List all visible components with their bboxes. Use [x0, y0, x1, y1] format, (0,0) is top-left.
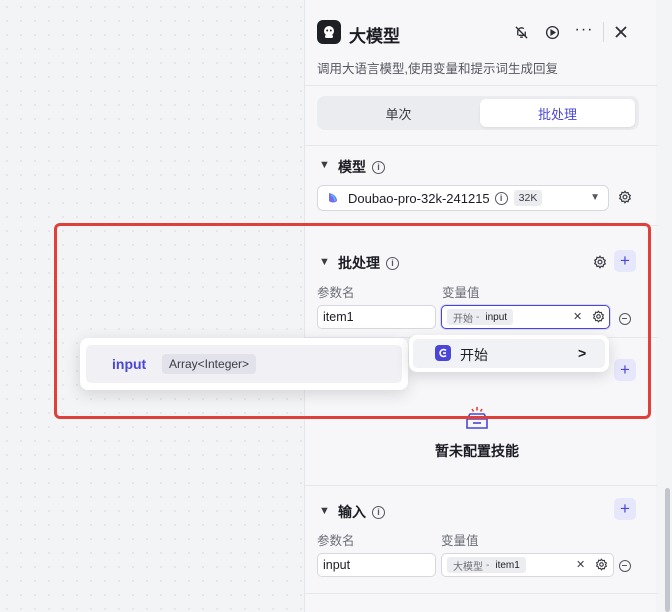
model-select[interactable]: Doubao-pro-32k-241215 i 32K ▼ — [317, 185, 609, 211]
input-clear-icon[interactable]: ✕ — [576, 558, 585, 571]
info-icon[interactable]: i — [372, 160, 385, 174]
input-ref-tag: 大模型 - item1 — [447, 557, 526, 573]
doubao-logo-icon — [329, 193, 337, 203]
input-param-field[interactable]: input — [317, 553, 436, 577]
model-info-icon[interactable]: i — [494, 191, 508, 205]
input-title-text: 输入 — [338, 504, 366, 520]
llm-node-icon — [317, 20, 341, 44]
model-settings-gear-icon[interactable] — [618, 190, 632, 209]
model-section: ▼ 模型 i Doubao-pro-32k-241215 i 32K ▼ — [305, 146, 657, 226]
node-title: 大模型 — [349, 27, 400, 46]
model-section-title: 模型 i — [338, 157, 385, 177]
model-name: Doubao-pro-32k-241215 — [348, 190, 490, 206]
context-length-badge: 32K — [513, 190, 543, 206]
more-options-icon[interactable]: ··· — [575, 21, 593, 39]
input-var-gear-icon[interactable] — [595, 558, 608, 574]
input-var-value-header: 变量值 — [441, 534, 479, 548]
input-section: ▼ 输入 i + 参数名 变量值 input 大模型 - item1 ✕ — [305, 486, 657, 594]
header-divider — [603, 22, 604, 42]
empty-skills-text: 暂未配置技能 — [435, 443, 519, 459]
tab-single[interactable]: 单次 — [321, 99, 476, 127]
input-ref-var: item1 — [495, 559, 520, 571]
input-section-title: 输入 i — [338, 502, 385, 522]
add-input-button[interactable]: + — [614, 498, 636, 520]
panel-scrollbar[interactable] — [663, 0, 672, 612]
bell-off-icon[interactable] — [512, 23, 530, 41]
input-var-selector[interactable]: 大模型 - item1 ✕ — [441, 553, 614, 577]
input-info-icon[interactable]: i — [372, 505, 385, 519]
input-collapse-chevron-icon[interactable]: ▼ — [319, 505, 330, 517]
panel-header: 大模型 ··· 调用大语言模型,使用变量和提示词生成回复 — [305, 0, 657, 86]
input-remove-row-icon[interactable] — [619, 560, 631, 572]
input-param-name-header: 参数名 — [317, 534, 355, 548]
scrollbar-thumb[interactable] — [665, 488, 670, 612]
chevron-down-icon: ▼ — [590, 192, 600, 203]
node-description: 调用大语言模型,使用变量和提示词生成回复 — [317, 62, 558, 76]
input-ref-separator: - — [486, 559, 490, 571]
collapse-chevron-icon[interactable]: ▼ — [319, 159, 330, 171]
highlight-annotation-box — [54, 223, 651, 419]
tab-batch[interactable]: 批处理 — [480, 99, 635, 127]
model-title-text: 模型 — [338, 159, 366, 175]
close-icon[interactable] — [612, 23, 630, 41]
run-icon[interactable] — [543, 23, 561, 41]
mode-tabs-section: 单次 批处理 — [305, 86, 657, 146]
input-ref-node: 大模型 — [453, 561, 483, 573]
mode-tabs: 单次 批处理 — [317, 96, 639, 130]
